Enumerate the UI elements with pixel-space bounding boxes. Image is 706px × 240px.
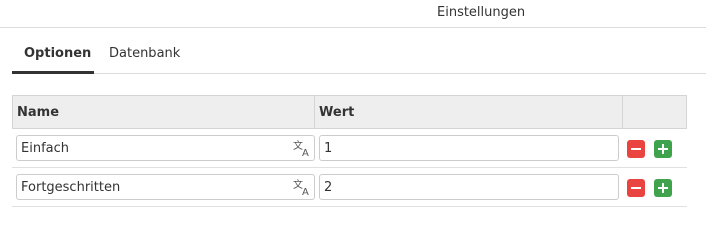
tab-datenbank[interactable]: Datenbank bbox=[109, 46, 180, 61]
value-input-value: 1 bbox=[324, 141, 333, 156]
remove-row-button[interactable] bbox=[627, 179, 645, 197]
plus-icon-vertical bbox=[662, 144, 664, 154]
add-row-button[interactable] bbox=[654, 179, 672, 197]
plus-icon-vertical bbox=[662, 183, 664, 193]
tabs-divider bbox=[12, 73, 706, 74]
remove-row-button[interactable] bbox=[627, 140, 645, 158]
name-input-value: Fortgeschritten bbox=[21, 180, 121, 195]
value-input[interactable]: 1 bbox=[319, 135, 619, 161]
table-row: Fortgeschritten 文 A 2 bbox=[12, 168, 687, 207]
tab-optionen[interactable]: Optionen bbox=[24, 46, 91, 61]
table-row: Einfach 文 A 1 bbox=[12, 129, 687, 168]
options-table: Name Wert Einfach 文 A 1 Fortgeschritten … bbox=[12, 95, 687, 207]
add-row-button[interactable] bbox=[654, 140, 672, 158]
column-divider bbox=[622, 96, 623, 128]
column-divider bbox=[314, 96, 315, 128]
page-title: Einstellungen bbox=[437, 5, 526, 20]
name-input[interactable]: Fortgeschritten 文 A bbox=[16, 174, 315, 200]
svg-text:A: A bbox=[302, 187, 309, 196]
name-input-value: Einfach bbox=[21, 141, 69, 156]
translate-icon[interactable]: 文 A bbox=[292, 178, 312, 196]
settings-header: Einstellungen bbox=[0, 0, 706, 28]
svg-text:A: A bbox=[302, 148, 309, 157]
column-header-wert: Wert bbox=[319, 105, 355, 120]
value-input[interactable]: 2 bbox=[319, 174, 619, 200]
value-input-value: 2 bbox=[324, 180, 333, 195]
name-input[interactable]: Einfach 文 A bbox=[16, 135, 315, 161]
active-tab-indicator bbox=[12, 71, 94, 74]
table-header: Name Wert bbox=[12, 95, 687, 129]
translate-icon[interactable]: 文 A bbox=[292, 139, 312, 157]
minus-icon bbox=[631, 187, 641, 189]
column-header-name: Name bbox=[17, 105, 60, 120]
minus-icon bbox=[631, 148, 641, 150]
